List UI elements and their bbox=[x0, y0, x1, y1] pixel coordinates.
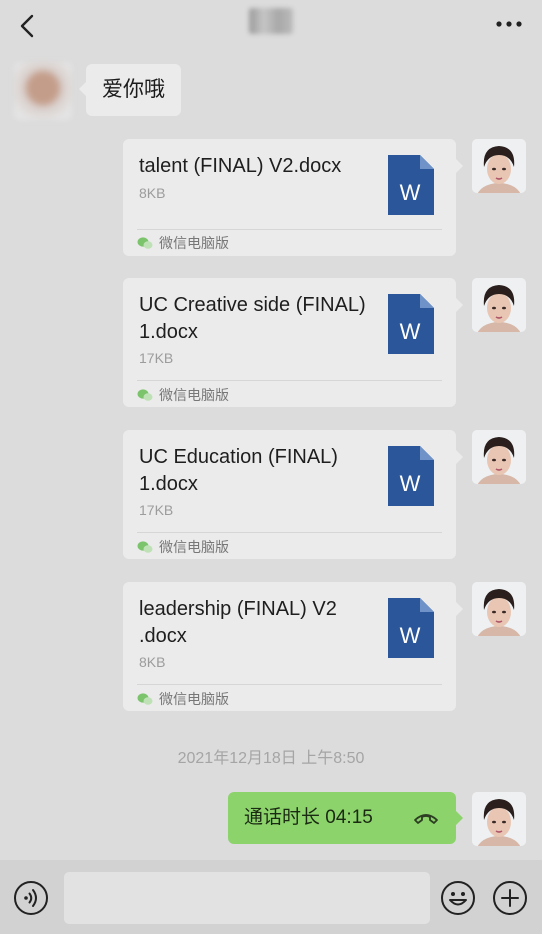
voice-icon bbox=[14, 881, 48, 915]
portrait-image bbox=[472, 582, 526, 636]
more-button[interactable] bbox=[494, 14, 524, 34]
file-message-card[interactable]: UC Education (FINAL) 1.docx 17KB W 微信电脑版 bbox=[123, 430, 463, 559]
phone-hangup-icon bbox=[414, 814, 438, 824]
chat-title-blurred bbox=[249, 8, 293, 34]
voice-button[interactable] bbox=[13, 880, 49, 916]
word-doc-icon: W bbox=[388, 446, 434, 506]
portrait-image bbox=[472, 278, 526, 332]
wechat-icon bbox=[137, 541, 153, 553]
file-name: leadership (FINAL) V2 .docx bbox=[139, 598, 337, 647]
word-doc-icon: W bbox=[388, 598, 434, 658]
wechat-icon bbox=[137, 237, 153, 249]
file-size: 17KB bbox=[139, 350, 174, 366]
divider bbox=[137, 684, 442, 685]
file-size: 17KB bbox=[139, 502, 174, 518]
contact-avatar-blurred[interactable] bbox=[14, 62, 72, 120]
divider bbox=[137, 380, 442, 381]
file-name: UC Creative side (FINAL) 1.docx bbox=[139, 294, 366, 343]
call-duration-label: 通话时长 04:15 bbox=[244, 807, 373, 828]
file-source-label: 微信电脑版 bbox=[159, 691, 229, 707]
file-source: 微信电脑版 bbox=[137, 385, 229, 405]
portrait-image bbox=[472, 139, 526, 193]
call-record-bubble[interactable]: 通话时长 04:15 bbox=[228, 792, 463, 844]
plus-icon bbox=[493, 881, 527, 915]
message-input[interactable] bbox=[64, 872, 430, 924]
back-button[interactable] bbox=[14, 12, 42, 40]
user-avatar[interactable] bbox=[472, 582, 526, 636]
more-dots-icon bbox=[496, 21, 522, 27]
file-source: 微信电脑版 bbox=[137, 689, 229, 709]
divider bbox=[137, 532, 442, 533]
portrait-image bbox=[472, 430, 526, 484]
chevron-left-icon bbox=[20, 14, 34, 38]
word-letter: W bbox=[400, 623, 421, 648]
file-source: 微信电脑版 bbox=[137, 233, 229, 253]
word-doc-icon: W bbox=[388, 294, 434, 354]
portrait-image bbox=[472, 792, 526, 846]
incoming-message-bubble[interactable]: 爱你哦 bbox=[79, 64, 181, 116]
file-source-label: 微信电脑版 bbox=[159, 235, 229, 251]
user-avatar[interactable] bbox=[472, 430, 526, 484]
wechat-icon bbox=[137, 693, 153, 705]
user-avatar[interactable] bbox=[472, 792, 526, 846]
message-timestamp: 2021年12月18日 上午8:50 bbox=[177, 750, 365, 767]
file-message-card[interactable]: UC Creative side (FINAL) 1.docx 17KB W 微… bbox=[123, 278, 463, 407]
file-size: 8KB bbox=[139, 654, 166, 670]
incoming-message-text: 爱你哦 bbox=[102, 78, 165, 101]
file-name: talent (FINAL) V2.docx bbox=[139, 155, 342, 177]
file-name: UC Education (FINAL) 1.docx bbox=[139, 446, 338, 495]
wechat-icon bbox=[137, 389, 153, 401]
word-letter: W bbox=[400, 319, 421, 344]
file-source: 微信电脑版 bbox=[137, 537, 229, 557]
file-message-card[interactable]: talent (FINAL) V2.docx 8KB W 微信电脑版 bbox=[123, 139, 463, 256]
user-avatar[interactable] bbox=[472, 139, 526, 193]
file-source-label: 微信电脑版 bbox=[159, 539, 229, 555]
word-letter: W bbox=[400, 471, 421, 496]
word-doc-icon: W bbox=[388, 155, 434, 215]
file-message-card[interactable]: leadership (FINAL) V2 .docx 8KB W 微信电脑版 bbox=[123, 582, 463, 711]
file-size: 8KB bbox=[139, 185, 166, 201]
plus-button[interactable] bbox=[492, 880, 528, 916]
chat-header bbox=[0, 0, 542, 52]
file-source-label: 微信电脑版 bbox=[159, 387, 229, 403]
user-avatar[interactable] bbox=[472, 278, 526, 332]
emoji-icon bbox=[441, 881, 475, 915]
divider bbox=[137, 229, 442, 230]
word-letter: W bbox=[400, 180, 421, 205]
emoji-button[interactable] bbox=[440, 880, 476, 916]
